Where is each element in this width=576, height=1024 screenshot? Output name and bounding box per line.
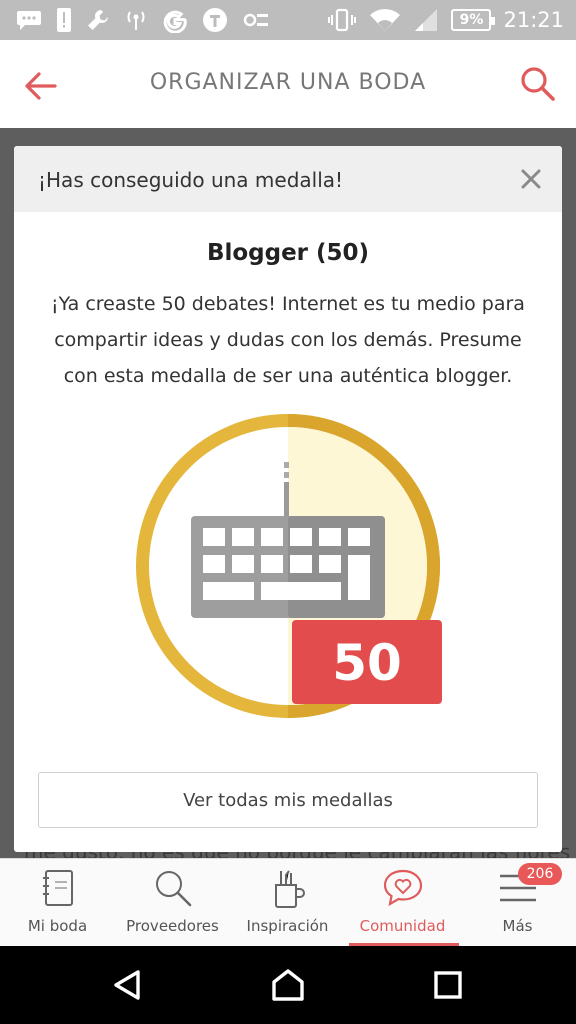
nav-item-mas[interactable]: 206 Más bbox=[460, 859, 575, 947]
alert-icon bbox=[56, 7, 72, 33]
bottom-navigation: Mi boda Proveedores Inspiración Comunida… bbox=[0, 858, 576, 947]
chat-icon bbox=[16, 9, 42, 31]
home-icon bbox=[272, 969, 304, 1001]
notification-badge: 206 bbox=[518, 863, 562, 885]
vibrate-icon bbox=[327, 8, 357, 32]
triangle-back-icon bbox=[114, 970, 140, 1000]
status-bar: 9% 21:21 bbox=[0, 0, 576, 40]
medal-name: Blogger (50) bbox=[206, 240, 370, 266]
nav-item-inspiracion[interactable]: Inspiración bbox=[230, 859, 345, 947]
search-button[interactable] bbox=[518, 64, 558, 104]
search-icon bbox=[152, 867, 194, 909]
view-all-medals-button[interactable]: Ver todas mis medallas bbox=[38, 772, 538, 828]
nav-item-mi-boda[interactable]: Mi boda bbox=[0, 859, 115, 947]
medal-badge: 50 bbox=[126, 404, 450, 728]
google-icon bbox=[162, 7, 188, 33]
clock: 21:21 bbox=[503, 8, 564, 32]
page-title: ORGANIZAR UNA BODA bbox=[149, 70, 427, 95]
close-icon bbox=[521, 169, 541, 189]
system-navigation-bar bbox=[0, 946, 576, 1024]
settings-toggle-icon bbox=[242, 8, 270, 32]
notebook-icon bbox=[37, 867, 79, 909]
battery-icon: 9% bbox=[451, 9, 496, 31]
nav-label: Más bbox=[502, 917, 533, 935]
dialog-header: ¡Has conseguido una medalla! bbox=[14, 146, 562, 212]
nav-label: Comunidad bbox=[359, 917, 446, 935]
system-home-button[interactable] bbox=[265, 962, 311, 1008]
medal-badge-number: 50 bbox=[332, 634, 402, 692]
nav-item-proveedores[interactable]: Proveedores bbox=[115, 859, 230, 947]
dialog-title: ¡Has conseguido una medalla! bbox=[38, 168, 344, 192]
nav-label: Mi boda bbox=[27, 917, 88, 935]
nav-label: Inspiración bbox=[246, 917, 329, 935]
system-back-button[interactable] bbox=[104, 962, 150, 1008]
wifi-icon bbox=[369, 7, 401, 33]
search-icon bbox=[521, 67, 555, 101]
square-recents-icon bbox=[434, 971, 462, 999]
t-icon bbox=[202, 7, 228, 33]
pencil-cup-icon bbox=[267, 867, 309, 909]
wrench-icon bbox=[86, 8, 110, 32]
nav-label: Proveedores bbox=[126, 917, 219, 935]
status-icons-right: 9% 21:21 bbox=[327, 6, 564, 34]
heart-chat-icon bbox=[382, 867, 424, 909]
battery-level: 9% bbox=[459, 12, 484, 28]
close-button[interactable] bbox=[514, 162, 548, 196]
nav-item-comunidad[interactable]: Comunidad bbox=[345, 859, 460, 947]
signal-icon bbox=[413, 7, 439, 33]
app-bar: ORGANIZAR UNA BODA bbox=[0, 40, 576, 128]
status-icons-left bbox=[16, 6, 270, 34]
medal-description: ¡Ya creaste 50 debates! Internet es tu m… bbox=[51, 293, 525, 387]
medal-dialog: ¡Has conseguido una medalla! Blogger (50… bbox=[14, 146, 562, 852]
system-recents-button[interactable] bbox=[425, 962, 471, 1008]
radio-icon bbox=[124, 8, 148, 32]
